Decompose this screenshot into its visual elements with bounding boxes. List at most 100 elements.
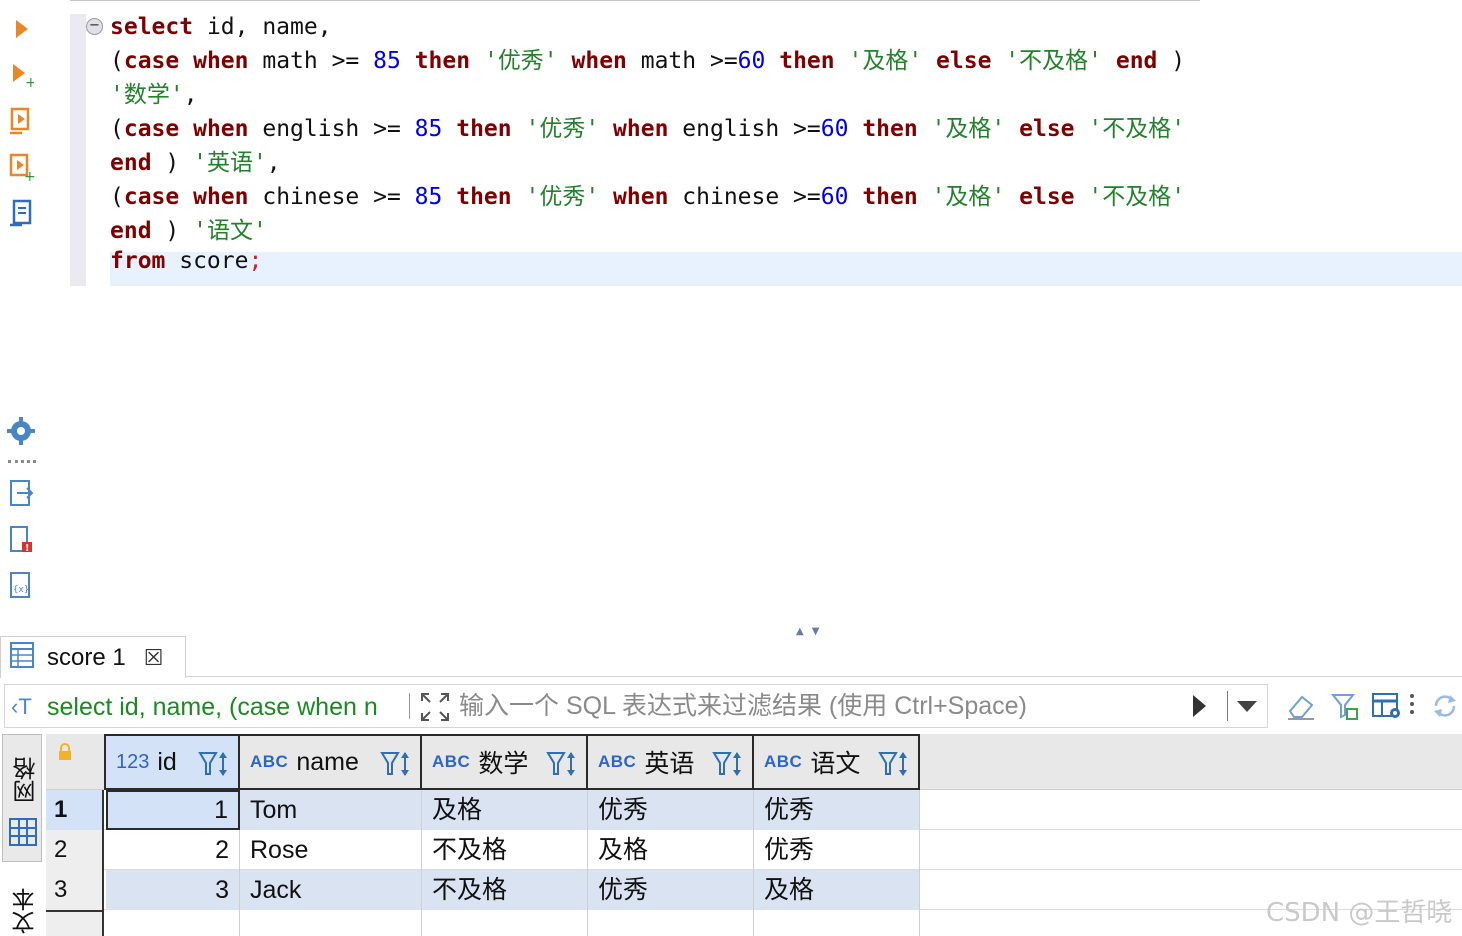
execute-in-new-tab-icon[interactable]: + (6, 60, 36, 90)
problems-icon[interactable]: ! (6, 524, 36, 554)
code-token: , (183, 82, 198, 108)
expand-icon[interactable] (419, 691, 451, 728)
cell-id[interactable]: 3 (106, 870, 240, 910)
cell-english[interactable]: 优秀 (588, 870, 754, 910)
side-tab-text-label: 文本 (12, 888, 38, 934)
cell-empty (240, 910, 422, 936)
table-row[interactable]: 3 3 Jack 不及格 优秀 及格 (46, 870, 1462, 910)
cell-name[interactable]: Tom (240, 790, 422, 830)
cell-math[interactable]: 及格 (422, 790, 588, 830)
cell-math[interactable]: 不及格 (422, 830, 588, 870)
cell-english[interactable]: 优秀 (588, 790, 754, 830)
row-number[interactable]: 1 (46, 790, 104, 830)
explain-plan-icon[interactable] (6, 198, 36, 228)
export-icon[interactable] (6, 478, 36, 508)
code-line[interactable]: (case when english >= 85 then '优秀' when … (110, 112, 1185, 146)
code-token-str: '优秀' (525, 116, 600, 142)
settings-gear-icon[interactable] (6, 416, 36, 446)
code-token-str: '语文' (193, 218, 267, 244)
cell-id[interactable]: 1 (106, 790, 240, 830)
code-line[interactable]: end ) '语文' (110, 214, 267, 248)
filter-sql-preview[interactable]: select id, name, (case when n (47, 693, 403, 722)
cell-empty (422, 910, 588, 936)
column-filter-sort-icon[interactable] (546, 750, 580, 783)
variables-icon[interactable]: {x} (6, 570, 36, 600)
lock-icon (56, 742, 74, 767)
code-line[interactable]: (case when chinese >= 85 then '优秀' when … (110, 180, 1185, 214)
toolbar-divider (8, 460, 36, 463)
column-header-label: id (157, 747, 177, 776)
code-token-kw: then (414, 48, 471, 74)
column-header-chinese[interactable]: ABC 语文 (754, 734, 920, 790)
column-filter-sort-icon[interactable] (380, 750, 414, 783)
eraser-icon[interactable] (1284, 688, 1318, 724)
grid-settings-icon[interactable] (1370, 688, 1404, 724)
column-header-english[interactable]: ABC 英语 (588, 734, 754, 790)
code-token: chinese >= (668, 184, 821, 210)
cell-name[interactable]: Rose (240, 830, 422, 870)
execute-script-icon[interactable] (6, 106, 36, 136)
execute-script-new-tab-icon[interactable]: + (6, 152, 36, 182)
cell-english[interactable]: 及格 (588, 830, 754, 870)
apply-filter-icon[interactable] (1193, 695, 1206, 717)
panel-splitter-arrows[interactable]: ▲▼ (796, 626, 827, 637)
code-token-kw: end (110, 150, 152, 176)
result-tab-label: score 1 (47, 643, 126, 671)
refresh-icon[interactable] (1428, 688, 1462, 724)
execute-statement-icon[interactable] (6, 14, 36, 44)
filter-input[interactable] (459, 691, 1179, 721)
column-header-id[interactable]: 123 id (104, 734, 240, 790)
code-line[interactable]: (case when math >= 85 then '优秀' when mat… (110, 44, 1185, 78)
code-token-semi: ; (248, 248, 263, 274)
sql-text-icon: ‹T (11, 694, 32, 719)
column-filter-sort-icon[interactable] (878, 750, 912, 783)
table-row[interactable]: 2 2 Rose 不及格 及格 优秀 (46, 830, 1462, 870)
filter-history-dropdown-icon[interactable] (1237, 701, 1257, 712)
column-filter-sort-icon[interactable] (712, 750, 746, 783)
svg-text:+: + (24, 169, 35, 182)
row-number[interactable]: 3 (46, 870, 104, 910)
code-line[interactable]: from score; (110, 244, 262, 278)
table-row[interactable]: 1 1 Tom 及格 优秀 优秀 (46, 790, 1462, 830)
code-line[interactable]: end ) '英语', (110, 146, 281, 180)
cell-name[interactable]: Jack (240, 870, 422, 910)
side-tab-text[interactable]: 文本 (2, 870, 42, 936)
svg-text:{x}: {x} (13, 585, 29, 595)
column-filter-sort-icon[interactable] (198, 750, 232, 783)
cell-chinese[interactable]: 优秀 (754, 830, 920, 870)
more-options-icon[interactable] (1402, 688, 1422, 724)
column-header-math[interactable]: ABC 数学 (422, 734, 588, 790)
code-token: chinese >= (248, 184, 415, 210)
column-type-tag: ABC (764, 752, 803, 771)
code-token: ( (110, 116, 124, 142)
result-tab-score-1[interactable]: score 1 ☒ (0, 636, 186, 678)
cell-math[interactable]: 不及格 (422, 870, 588, 910)
cell-chinese[interactable]: 及格 (754, 870, 920, 910)
grid-header-row: 123 id ABC name ABC 数学 ABC 英语 ABC 语文 (46, 734, 1462, 790)
code-token: ( (110, 184, 124, 210)
row-number[interactable]: 2 (46, 830, 104, 870)
code-line[interactable]: '数学', (110, 78, 198, 112)
side-tab-grid-label: 网格 (13, 757, 39, 803)
filter-settings-icon[interactable] (1328, 688, 1362, 724)
cell-id[interactable]: 2 (106, 830, 240, 870)
column-type-tag: ABC (598, 752, 637, 771)
code-token-kw: then (862, 116, 918, 142)
tab-close-icon[interactable]: ☒ (144, 645, 164, 671)
cell-chinese[interactable]: 优秀 (754, 790, 920, 830)
code-token: ) (151, 218, 194, 244)
code-line[interactable]: select id, name, (110, 10, 332, 44)
fold-collapse-icon[interactable]: − (86, 18, 103, 35)
column-header-name[interactable]: ABC name (240, 734, 422, 790)
side-tab-grid[interactable]: 网格 (2, 734, 42, 862)
code-token: ) (1157, 48, 1186, 74)
code-token-kw: select (110, 14, 194, 40)
